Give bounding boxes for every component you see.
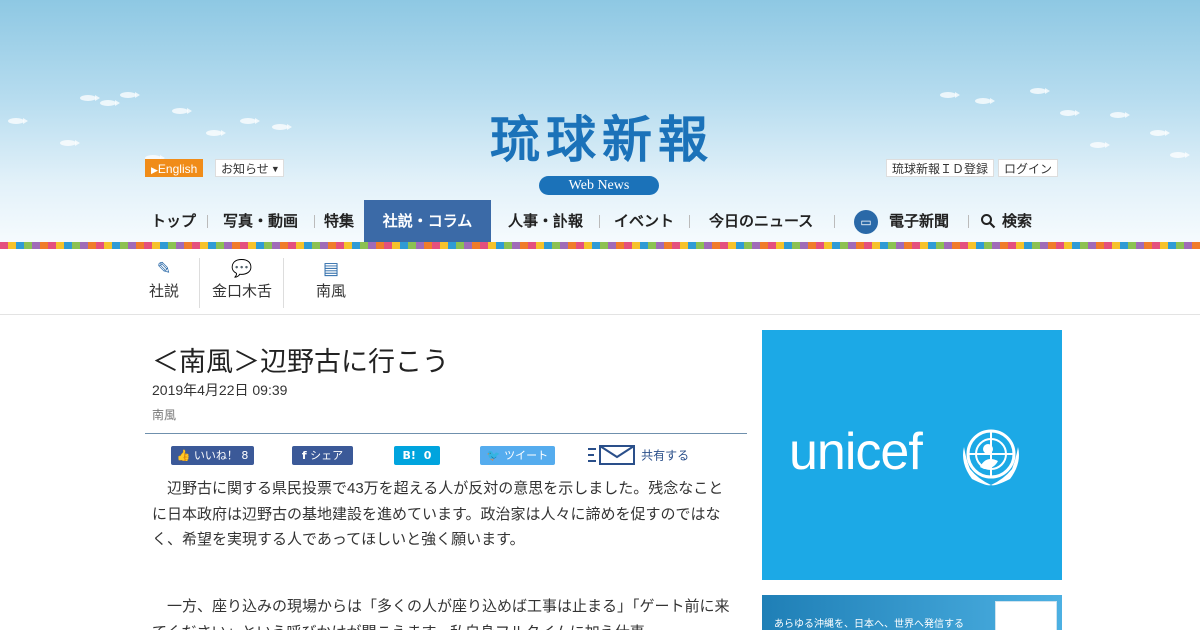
nav-item-photo-video[interactable]: 写真・動画 [223,200,298,243]
unicef-ad[interactable]: unicef [762,330,1062,580]
subnav-divider [199,258,200,308]
fish-decoration [66,495,86,501]
nav-divider [834,215,835,228]
nav-item-special[interactable]: 特集 [324,200,354,243]
facebook-like-button[interactable]: 👍 いいね！ 8 [171,446,254,465]
logo-title: 琉球新報 [490,110,714,169]
caret-down-icon: ▼ [270,164,280,174]
fish-decoration [1150,130,1170,136]
fish-decoration [1170,152,1190,158]
fish-decoration [1108,322,1128,328]
site-logo[interactable]: 琉球新報 Web News [452,110,752,198]
subnav-label: 南風 [315,283,346,300]
decorative-stripe [0,242,1200,250]
tweet-label: ツイート [504,449,549,462]
english-label: English [157,162,198,176]
subnav-item-haebaru[interactable]: ▤ 南風 [312,258,350,310]
register-button[interactable]: 琉球新報ＩＤ登録 [886,159,995,177]
fish-decoration [1060,110,1080,116]
fish-decoration [1030,88,1050,94]
fish-decoration [72,510,92,516]
facebook-icon: f [301,449,307,462]
fish-decoration [0,462,20,468]
main-nav: トップ 写真・動画 特集 社説・コラム 人事・訃報 イベント 今日のニュース ▭… [0,200,1200,243]
message-icon: ▤ [322,259,340,278]
mail-share-label: 共有する [641,448,690,463]
fish-decoration [120,92,140,98]
fish-decoration [8,118,28,124]
e-paper-icon: ▭ [854,210,878,234]
ryukyu-shimpo-promo-banner[interactable]: あらゆる沖縄を、日本へ、世界へ発信する [762,595,1062,630]
fish-decoration [42,488,62,494]
fish-decoration [92,500,112,506]
nav-divider [689,215,690,228]
fish-decoration [240,118,260,124]
logo-badge: Web News [539,176,659,195]
subnav-label: 金口木舌 [211,283,272,300]
article-category[interactable]: 南風 [152,406,176,423]
fish-decoration [60,140,80,146]
nav-item-editorial-column[interactable]: 社説・コラム [364,200,491,243]
hatena-label: B! [402,449,416,462]
nav-item-todays-news[interactable]: 今日のニュース [709,200,813,243]
title-divider [145,433,747,434]
thumbs-up-icon: 👍 [176,449,191,462]
notice-dropdown[interactable]: お知らせ ▼ [215,159,284,177]
unicef-wordmark: unicef [789,423,923,481]
pen-icon: ✎ [156,259,172,278]
tweet-button[interactable]: 🐦 ツイート [480,446,555,465]
hatena-bookmark-button[interactable]: B! 0 [394,446,440,465]
fish-decoration [975,98,995,104]
english-button[interactable]: ▶English [145,159,204,177]
like-count: 8 [241,449,249,462]
subnav-item-editorial[interactable]: ✎ 社説 [146,258,182,310]
envelope-icon [588,445,635,465]
nav-divider [599,215,600,228]
promo-text: あらゆる沖縄を、日本へ、世界へ発信する [774,619,964,630]
fish-decoration [100,100,120,106]
article-paragraph: 辺野古に関する県民投票で43万を超える人が反対の意思を示しました。残念なことに日… [152,480,724,548]
speech-bubble-icon: 💬 [231,259,253,278]
fish-decoration [80,95,100,101]
search-icon [981,214,996,229]
subnav-label: 社説 [148,283,179,300]
mail-share-button[interactable]: 共有する [588,443,689,469]
sub-nav: ✎ 社説 💬 金口木舌 ▤ 南風 [0,250,1200,315]
fish-decoration [206,130,226,136]
nav-item-e-paper[interactable]: 電子新聞 [889,200,949,243]
notice-label: お知らせ [221,162,269,176]
nav-divider [207,215,208,228]
fish-decoration [172,108,192,114]
facebook-share-button[interactable]: f シェア [292,446,353,465]
fish-decoration [1080,325,1100,331]
like-label: いいね！ [193,449,238,462]
nav-item-personnel-obituary[interactable]: 人事・訃報 [508,200,583,243]
fish-decoration [940,92,960,98]
login-button[interactable]: ログイン [998,159,1059,177]
nav-divider [968,215,969,228]
subnav-divider [283,258,284,308]
article-date: 2019年4月22日 09:39 [152,382,288,398]
article-title: ＜南風＞辺野古に行こう [152,347,449,377]
article-paragraph: 一方、座り込みの現場からは「多くの人が座り込めば工事は止まる」「ゲート前に来てく… [152,598,730,630]
fish-decoration [20,466,40,472]
nav-item-top[interactable]: トップ [151,200,196,243]
share-label: シェア [310,449,344,462]
play-icon: ▶ [151,165,158,175]
fish-decoration [1090,142,1110,148]
nav-item-search[interactable]: 検索 [1002,200,1032,243]
nav-item-events[interactable]: イベント [614,200,674,243]
unicef-emblem-icon [963,429,1019,486]
hatena-count: 0 [423,449,432,462]
promo-screenshot-thumbnail [995,601,1057,630]
fish-decoration [1110,112,1130,118]
subnav-item-kinkuchi[interactable]: 💬 金口木舌 [209,258,275,310]
fish-decoration [272,124,292,130]
twitter-bird-icon: 🐦 [486,449,501,462]
fish-decoration [1138,318,1158,324]
nav-divider [314,215,315,228]
